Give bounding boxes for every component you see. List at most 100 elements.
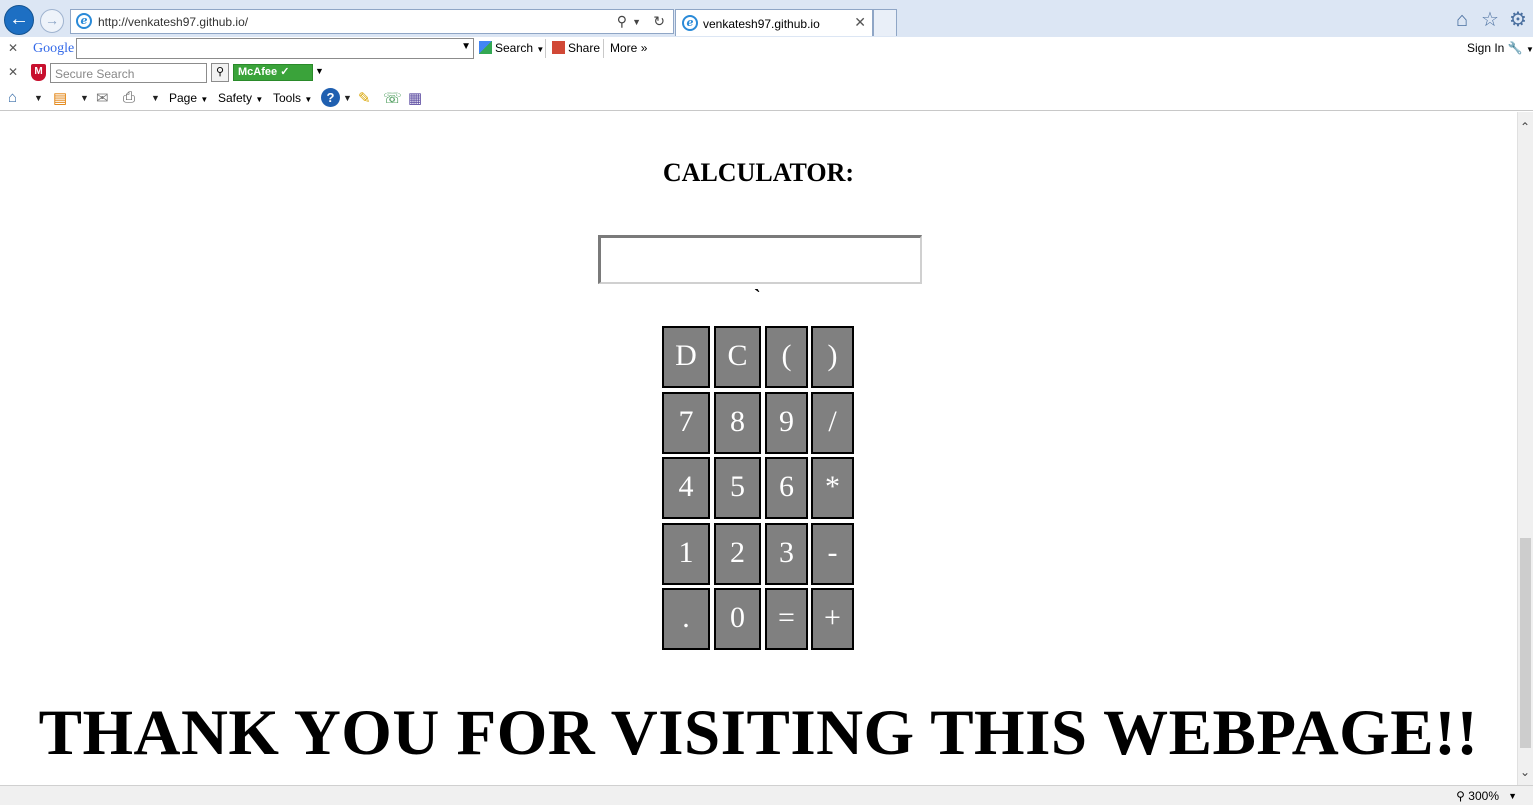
key-8[interactable]: 8 <box>714 392 761 454</box>
scroll-up-icon[interactable]: ⌃ <box>1520 120 1530 134</box>
address-url[interactable]: http://venkatesh97.github.io/ <box>98 15 248 29</box>
tools-menu[interactable]: Tools ▼ <box>273 91 312 105</box>
chevron-down-icon: ▼ <box>1526 45 1533 54</box>
page-menu[interactable]: Page ▼ <box>169 91 208 105</box>
chevron-down-icon[interactable]: ▼ <box>34 93 43 103</box>
toolbar-divider <box>603 39 604 58</box>
browser-title-bar: ← → e http://venkatesh97.github.io/ ⚲ ▼ … <box>0 0 1533 38</box>
scrollbar-thumb[interactable] <box>1520 538 1531 748</box>
home-icon[interactable]: ⌂ <box>1451 9 1473 31</box>
refresh-icon[interactable]: ↻ <box>653 13 665 30</box>
key-open-paren[interactable]: ( <box>765 326 808 388</box>
tab-title: venkatesh97.github.io <box>703 17 820 31</box>
safety-menu[interactable]: Safety ▼ <box>218 91 263 105</box>
key-0[interactable]: 0 <box>714 588 761 650</box>
key-1[interactable]: 1 <box>662 523 710 585</box>
help-icon[interactable]: ? <box>321 88 340 107</box>
new-tab-button[interactable] <box>873 9 897 36</box>
mail-icon[interactable]: ✉ <box>96 89 109 107</box>
sign-in-button[interactable]: Sign In 🔧 ▼ <box>1467 41 1533 55</box>
favorites-star-icon[interactable]: ☆ <box>1479 9 1501 31</box>
more-button[interactable]: More » <box>610 41 647 55</box>
google-search-input[interactable]: ▼ <box>76 38 474 59</box>
key-clear[interactable]: C <box>714 326 761 388</box>
double-chevron-icon: » <box>640 41 648 55</box>
zoom-level[interactable]: ⚲ 300% <box>1456 789 1499 803</box>
gear-icon[interactable]: ⚙ <box>1507 9 1529 31</box>
key-5[interactable]: 5 <box>714 457 761 519</box>
close-toolbar-icon[interactable]: ✕ <box>8 65 18 79</box>
share-button[interactable]: Share <box>552 41 600 55</box>
tab-active[interactable]: e venkatesh97.github.io ✕ <box>675 9 873 36</box>
google-search-label: Search <box>495 41 534 55</box>
key-9[interactable]: 9 <box>765 392 808 454</box>
address-dropdown-icon[interactable]: ▼ <box>632 17 641 27</box>
command-bar: ⌂ ▼ ▤ ▼ ✉ ⎙ ▼ Page ▼ Safety ▼ Tools ▼ ? … <box>0 85 1533 111</box>
mcafee-shield-icon: M <box>31 64 46 81</box>
safety-menu-label: Safety <box>218 91 253 105</box>
forward-arrow-icon[interactable]: → <box>40 9 64 33</box>
zoom-value: 300% <box>1468 789 1499 803</box>
page-menu-label: Page <box>169 91 198 105</box>
key-3[interactable]: 3 <box>765 523 808 585</box>
tab-close-icon[interactable]: ✕ <box>854 14 866 31</box>
secure-search-input[interactable]: Secure Search <box>50 63 207 83</box>
scroll-down-icon[interactable]: ⌄ <box>1520 765 1530 779</box>
more-label: More <box>610 41 638 55</box>
home-icon[interactable]: ⌂ <box>8 89 17 106</box>
google-logo: Google <box>33 41 75 56</box>
chevron-down-icon[interactable]: ▼ <box>151 93 160 103</box>
share-icon <box>552 41 565 54</box>
chevron-down-icon[interactable]: ▼ <box>343 93 352 103</box>
key-add[interactable]: + <box>811 588 854 650</box>
key-4[interactable]: 4 <box>662 457 710 519</box>
check-icon: ✓ <box>280 66 290 78</box>
stray-character: ` <box>754 286 761 308</box>
chevron-down-icon[interactable]: ▼ <box>461 41 471 52</box>
search-icon[interactable]: ⚲ <box>211 63 229 82</box>
share-label: Share <box>568 41 601 55</box>
key-6[interactable]: 6 <box>765 457 808 519</box>
key-multiply[interactable]: * <box>811 457 854 519</box>
skype-icon[interactable]: ☏ <box>383 89 402 107</box>
key-2[interactable]: 2 <box>714 523 761 585</box>
tools-menu-label: Tools <box>273 91 302 105</box>
browser-right-icons: ⌂ ☆ ⚙ <box>1451 9 1529 31</box>
zoom-icon: ⚲ <box>1456 789 1465 803</box>
print-icon[interactable]: ⎙ <box>123 89 135 106</box>
back-arrow-icon[interactable]: ← <box>4 5 34 35</box>
thank-you-heading: THANK YOU FOR VISITING THIS WEBPAGE!! <box>38 697 1479 769</box>
key-close-paren[interactable]: ) <box>811 326 854 388</box>
google-toolbar: ✕ Google ▼ Search ▼ Share More » Sign In… <box>0 37 1533 61</box>
rss-feed-icon[interactable]: ▤ <box>53 89 67 107</box>
mcafee-toolbar: ✕ M Secure Search ⚲ McAfee ✓ ▼ <box>0 61 1533 85</box>
key-equals[interactable]: = <box>765 588 808 650</box>
ie-logo-icon: e <box>76 13 92 29</box>
wrench-icon: 🔧 <box>1507 41 1523 55</box>
key-decimal[interactable]: . <box>662 588 710 650</box>
chevron-down-icon: ▼ <box>200 95 209 104</box>
page-title: CALCULATOR: <box>662 158 855 187</box>
research-icon[interactable]: ▦ <box>408 89 422 107</box>
vertical-scrollbar[interactable]: ⌃ ⌄ <box>1517 112 1533 785</box>
address-bar[interactable]: e http://venkatesh97.github.io/ ⚲ ▼ ↻ <box>70 9 674 34</box>
chevron-down-icon[interactable]: ▼ <box>315 66 324 76</box>
google-search-button[interactable]: Search ▼ <box>479 41 544 55</box>
status-bar: ⚲ 300% ▼ <box>0 785 1533 805</box>
chevron-down-icon: ▼ <box>304 95 313 104</box>
tab-ie-icon: e <box>682 15 698 31</box>
pen-icon[interactable]: ✎ <box>358 89 371 107</box>
chevron-down-icon[interactable]: ▼ <box>80 93 89 103</box>
chevron-down-icon: ▼ <box>255 95 264 104</box>
key-divide[interactable]: / <box>811 392 854 454</box>
chevron-down-icon[interactable]: ▼ <box>1508 791 1517 801</box>
mcafee-badge[interactable]: McAfee ✓ <box>233 64 313 81</box>
key-7[interactable]: 7 <box>662 392 710 454</box>
close-toolbar-icon[interactable]: ✕ <box>8 41 18 55</box>
page-content: CALCULATOR: ` D C ( ) 7 8 9 / 4 5 6 * 1 … <box>0 112 1517 785</box>
toolbar-divider <box>545 39 546 58</box>
calculator-display-input[interactable] <box>598 235 922 284</box>
key-delete[interactable]: D <box>662 326 710 388</box>
search-icon[interactable]: ⚲ <box>617 13 627 30</box>
key-subtract[interactable]: - <box>811 523 854 585</box>
